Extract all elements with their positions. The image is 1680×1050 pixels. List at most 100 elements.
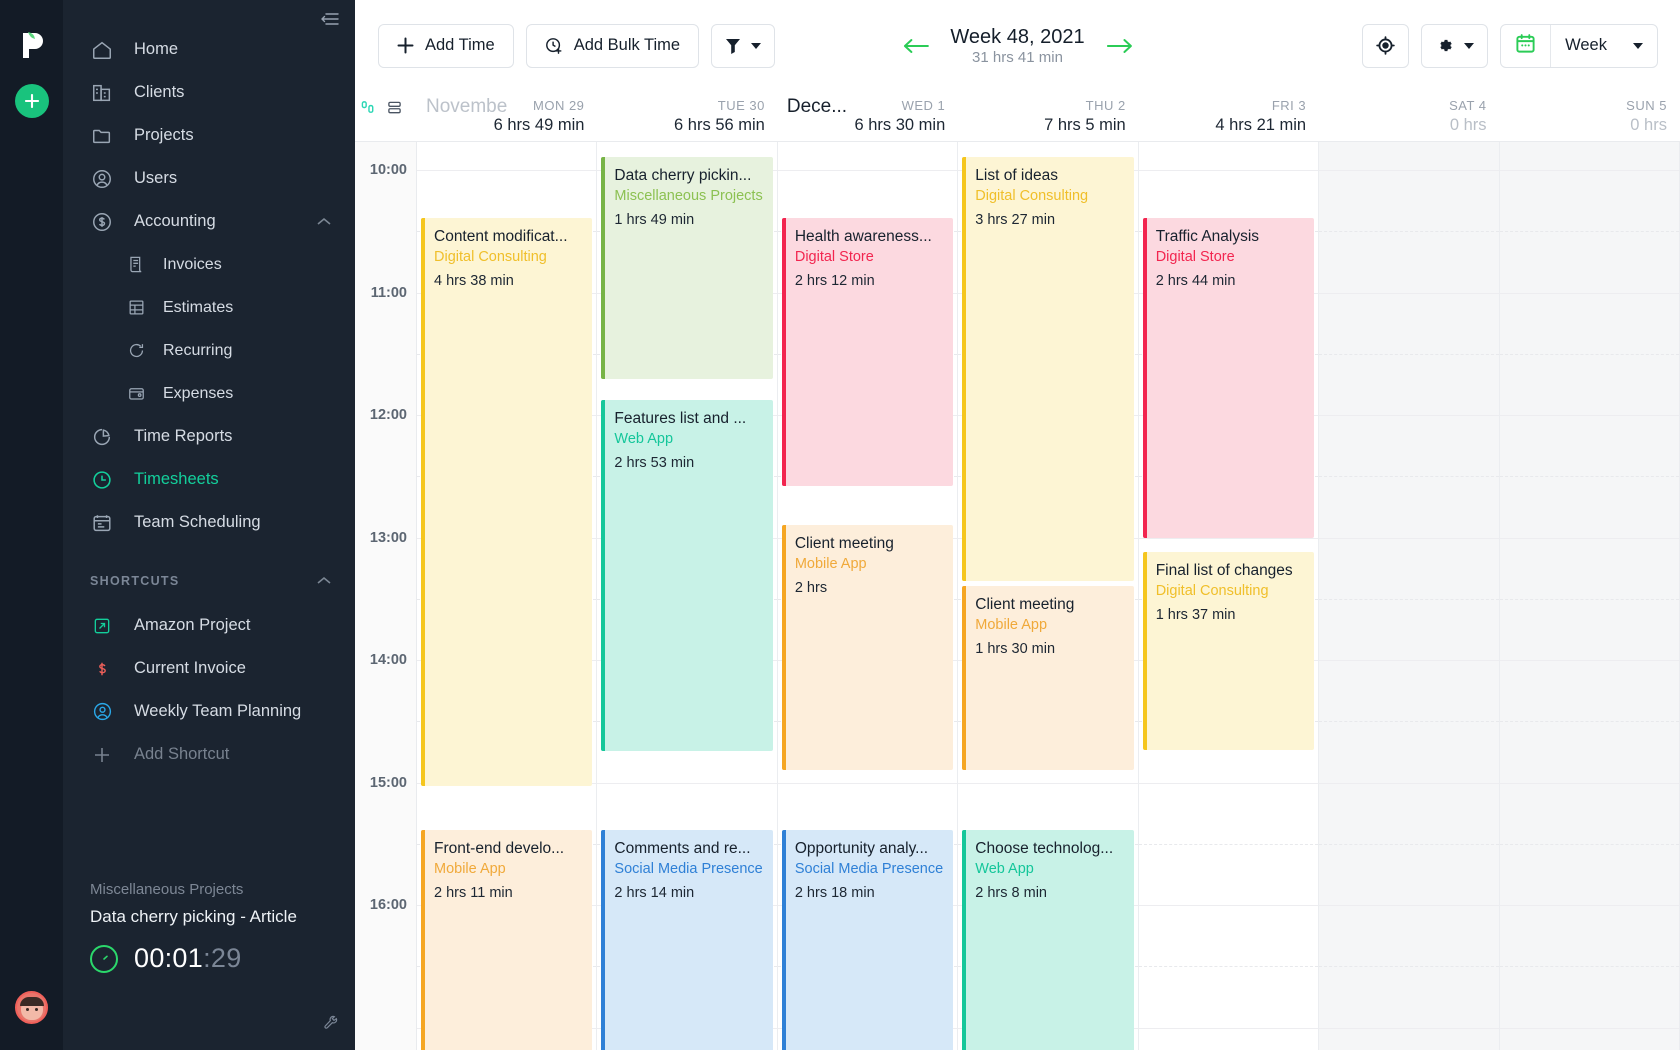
add-bulk-time-button[interactable]: Add Bulk Time [525, 23, 700, 68]
sidebar-item-accounting[interactable]: Accounting [63, 200, 355, 243]
day-total: 6 hrs 30 min [854, 116, 946, 134]
day-total: 6 hrs 56 min [674, 116, 765, 134]
half-hour-line [1499, 476, 1679, 478]
compact-toggle-icon[interactable] [361, 100, 376, 115]
dollar-icon [89, 656, 115, 682]
sidebar-item-label: Recurring [163, 341, 233, 359]
sidebar-item-invoices[interactable]: Invoices [63, 243, 355, 286]
entry-title: Content modificat... [434, 228, 568, 245]
entry-accent-bar [601, 157, 606, 379]
sidebar-item-timesheets[interactable]: Timesheets [63, 458, 355, 501]
time-entry-block[interactable]: Client meeting Mobile App 1 hrs 30 min [962, 586, 1134, 770]
prev-week-button[interactable] [902, 37, 929, 55]
shortcuts-section-header[interactable]: SHORTCUTS [63, 558, 355, 604]
sidebar-item-current-invoice[interactable]: Current Invoice [63, 647, 355, 690]
entry-title: Data cherry pickin... [614, 167, 752, 184]
entry-title: Health awareness... [794, 228, 932, 245]
time-label: 15:00 [369, 774, 407, 791]
plus-icon [397, 37, 414, 54]
wrench-icon[interactable] [323, 1015, 339, 1036]
hour-line [1138, 905, 1319, 906]
bulk-clock-icon [545, 37, 563, 55]
day-total: 6 hrs 49 min [493, 116, 585, 134]
hour-line [777, 782, 958, 784]
calendar-icon [1515, 33, 1536, 59]
calendar-grid[interactable]: Content modificat... Digital Consulting 4 … [355, 142, 1680, 1050]
sidebar-item-label: Time Reports [134, 427, 233, 445]
sidebar-item-projects[interactable]: Projects [63, 114, 355, 157]
sidebar-item-time-reports[interactable]: Time Reports [63, 415, 355, 458]
add-shortcut-button[interactable]: Add Shortcut [63, 733, 355, 776]
settings-button[interactable] [1421, 23, 1489, 68]
time-entry-block[interactable]: Traffic Analysis Digital Store 2 hrs 44 mi… [1142, 218, 1315, 538]
time-entry-block[interactable]: Content modificat... Digital Consulting 4 … [421, 218, 593, 786]
filter-icon [725, 37, 741, 55]
hour-line [1319, 782, 1499, 784]
timer-seconds: :29 [203, 943, 242, 973]
add-time-button[interactable]: Add Time [378, 23, 514, 68]
day-header: Dece... WED 1 6 hrs 30 min [778, 91, 958, 141]
add-button[interactable] [14, 84, 49, 118]
sidebar-item-expenses[interactable]: Expenses [63, 372, 355, 415]
sidebar-item-weekly-team-planning[interactable]: Weekly Team Planning [63, 690, 355, 733]
day-column[interactable]: Data cherry pickin... Miscellaneous Proje… [597, 142, 778, 1050]
day-column[interactable]: Health awareness... Digital Store 2 hrs 12… [777, 142, 959, 1050]
next-week-button[interactable] [1106, 37, 1133, 55]
sidebar-item-amazon-project[interactable]: Amazon Project [63, 604, 355, 647]
half-hour-line [1499, 966, 1679, 968]
add-bulk-time-label: Add Bulk Time [573, 36, 681, 54]
time-entry-block[interactable]: Health awareness... Digital Store 2 hrs 12… [781, 218, 954, 486]
external-link-icon [89, 613, 115, 639]
time-label: 16:00 [369, 897, 407, 913]
main-area: Add Time Add Bulk Time Week 48, 2021 31 … [355, 0, 1680, 1050]
day-column[interactable]: Traffic Analysis Digital Store 2 hrs 44 mi… [1138, 142, 1320, 1050]
sidebar-item-team-scheduling[interactable]: Team Scheduling [63, 501, 355, 544]
chevron-up-icon[interactable] [317, 212, 331, 231]
time-entry-block[interactable]: Opportunity analy... Social Media Presenc… [781, 830, 954, 1050]
entry-project: Mobile App [794, 556, 867, 573]
hour-line [597, 782, 777, 784]
running-timer: Miscellaneous Projects Data cherry picki… [63, 881, 355, 974]
time-entry-block[interactable]: Data cherry pickin... Miscellaneous Proje… [601, 157, 773, 379]
chevron-up-icon[interactable] [317, 574, 331, 588]
entry-title: Features list and ... [614, 410, 747, 427]
stop-timer-button[interactable] [90, 944, 118, 973]
view-mode-dropdown[interactable]: Week [1550, 24, 1657, 67]
time-entry-block[interactable]: Client meeting Mobile App 2 hrs [781, 525, 954, 770]
entry-project: Digital Store [1155, 249, 1235, 266]
time-entry-block[interactable]: Choose technolog... Web App 2 hrs 8 min [962, 830, 1134, 1050]
sidebar-item-recurring[interactable]: Recurring [63, 329, 355, 372]
entry-duration: 1 hrs 30 min [975, 641, 1056, 658]
sidebar-item-estimates[interactable]: Estimates [63, 286, 355, 329]
time-entry-block[interactable]: Comments and re... Social Media Presence 2… [601, 830, 773, 1050]
day-total: 0 hrs [1449, 116, 1487, 134]
day-column[interactable] [1319, 142, 1500, 1050]
entry-duration: 1 hrs 49 min [614, 212, 695, 229]
time-entry-block[interactable]: List of ideas Digital Consulting 3 hrs 27 … [962, 157, 1134, 581]
entry-body: List of ideas Digital Consulting 3 hrs 27 … [962, 157, 1133, 228]
list-toggle-icon[interactable] [387, 100, 402, 115]
hour-line [1319, 415, 1499, 416]
day-column[interactable]: Content modificat... Digital Consulting 4 … [417, 142, 598, 1050]
entry-duration: 2 hrs 14 min [614, 885, 695, 902]
avatar[interactable] [15, 991, 48, 1024]
filter-button[interactable] [711, 23, 776, 68]
day-column[interactable]: List of ideas Digital Consulting 3 hrs 27 … [958, 142, 1139, 1050]
entry-title: Front-end develo... [434, 840, 565, 857]
day-column[interactable] [1499, 142, 1680, 1050]
today-target-button[interactable] [1362, 23, 1410, 68]
sidebar-item-users[interactable]: Users [63, 157, 355, 200]
hour-line [1138, 1027, 1319, 1029]
collapse-sidebar-icon[interactable] [319, 8, 341, 30]
half-hour-line [1319, 721, 1499, 723]
day-header: THU 2 7 hrs 5 min [958, 91, 1138, 141]
half-hour-line [1499, 231, 1679, 233]
time-label: 13:00 [369, 529, 407, 546]
sidebar-item-home[interactable]: Home [63, 28, 355, 71]
time-entry-block[interactable]: Features list and ... Web App 2 hrs 53 min [601, 400, 773, 751]
time-entry-block[interactable]: Front-end develo... Mobile App 2 hrs 11 mi… [421, 830, 593, 1050]
sidebar-item-clients[interactable]: Clients [63, 71, 355, 114]
calendar-view-button[interactable] [1501, 25, 1550, 67]
time-entry-block[interactable]: Final list of changes Digital Consulting 1… [1142, 552, 1315, 750]
entry-title: Client meeting [975, 596, 1075, 613]
